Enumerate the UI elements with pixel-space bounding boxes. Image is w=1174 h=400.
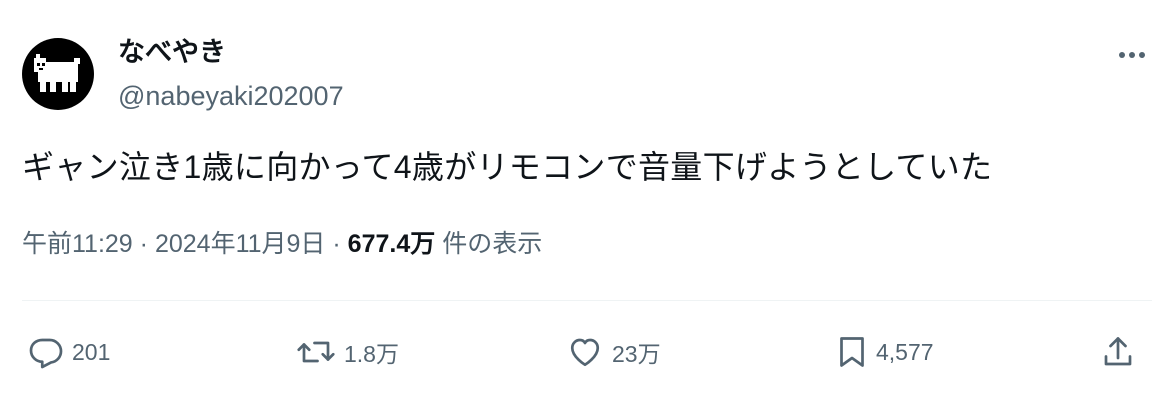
share-icon bbox=[1104, 337, 1132, 366]
retweet-count: 1.8万 bbox=[344, 341, 399, 367]
reply-button[interactable]: 201 bbox=[28, 330, 110, 374]
retweet-icon bbox=[297, 341, 335, 363]
divider bbox=[22, 300, 1152, 301]
reply-count: 201 bbox=[72, 338, 111, 365]
bookmark-button[interactable]: 4,577 bbox=[836, 330, 934, 374]
reply-icon bbox=[29, 338, 63, 369]
share-button[interactable] bbox=[1100, 330, 1136, 374]
bookmark-icon bbox=[840, 337, 864, 367]
pixel-dog-avatar-icon bbox=[34, 54, 80, 92]
tweet-time[interactable]: 午前11:29 bbox=[22, 230, 133, 258]
meta-separator: · bbox=[139, 230, 148, 258]
views-label[interactable]: 件の表示 bbox=[442, 230, 542, 258]
views-count[interactable]: 677.4万 bbox=[348, 230, 436, 258]
like-count: 23万 bbox=[612, 341, 661, 367]
display-name[interactable]: なべやき bbox=[118, 36, 226, 68]
tweet-date[interactable]: 2024年11月9日 bbox=[155, 230, 325, 258]
meta-separator: · bbox=[332, 230, 341, 258]
avatar[interactable] bbox=[22, 38, 94, 110]
tweet-metadata: 午前11:29 · 2024年11月9日 · 677.4万 件の表示 bbox=[22, 226, 542, 262]
more-options-button[interactable] bbox=[1110, 40, 1154, 70]
like-button[interactable]: 23万 bbox=[566, 330, 661, 374]
retweet-button[interactable]: 1.8万 bbox=[296, 330, 399, 374]
tweet-text: ギャン泣き1歳に向かって4歳がリモコンで音量下げようとしていた bbox=[22, 149, 993, 185]
user-handle[interactable]: @nabeyaki202007 bbox=[118, 80, 344, 112]
bookmark-count: 4,577 bbox=[876, 338, 934, 365]
more-horizontal-icon bbox=[1119, 52, 1145, 58]
heart-icon bbox=[570, 338, 600, 367]
